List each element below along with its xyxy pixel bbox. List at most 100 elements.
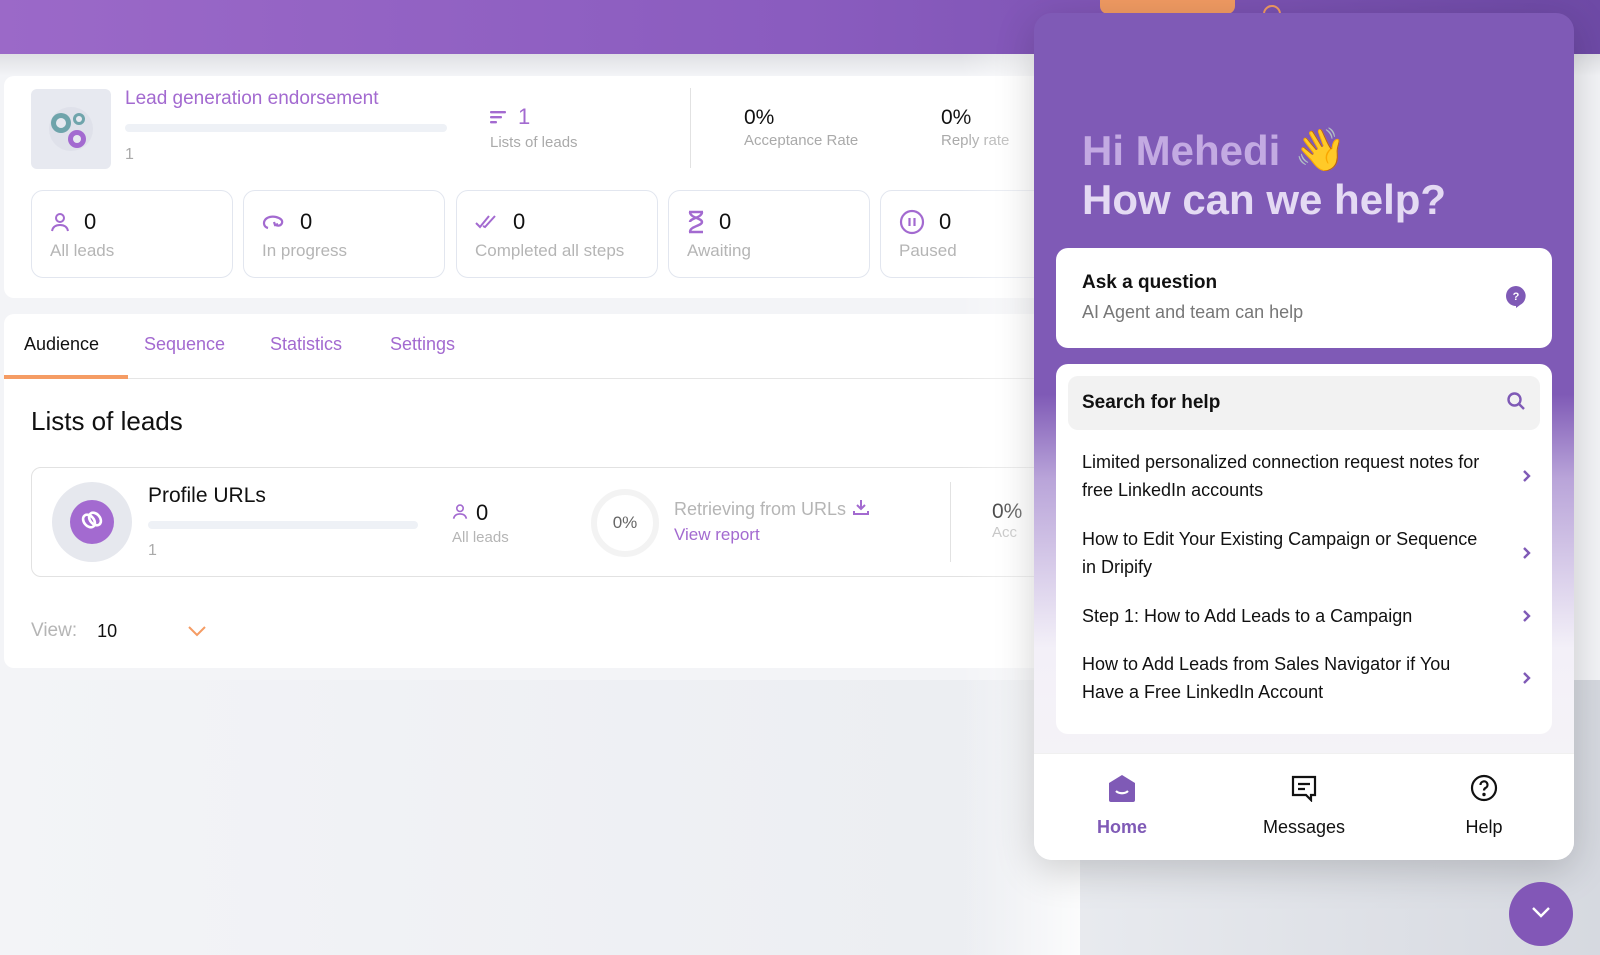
hourglass-icon <box>687 210 705 234</box>
article-title: How to Edit Your Existing Campaign or Se… <box>1082 529 1478 577</box>
status-awaiting[interactable]: 0 Awaiting <box>668 190 870 278</box>
tab-statistics[interactable]: Statistics <box>270 334 342 355</box>
reply-rate-value: 0% <box>941 106 972 129</box>
status-value: 0 <box>939 209 952 234</box>
ask-subtitle: AI Agent and team can help <box>1082 302 1304 322</box>
nav-home[interactable]: Home <box>1052 774 1192 838</box>
download-icon[interactable] <box>852 498 870 521</box>
pause-icon <box>899 209 925 235</box>
list-count: 1 <box>148 542 157 559</box>
svg-text:?: ? <box>1513 291 1520 303</box>
home-icon <box>1108 774 1136 807</box>
lists-of-leads-stat: 1 Lists of leads <box>490 104 578 151</box>
help-article[interactable]: How to Add Leads from Sales Navigator if… <box>1082 650 1532 706</box>
status-label: All leads <box>50 241 115 260</box>
retrieve-status-text: Retrieving from URLs <box>674 499 847 519</box>
list-rate-stat: 0% Acc <box>992 500 1022 541</box>
nav-help[interactable]: Help <box>1414 774 1554 838</box>
chevron-right-icon <box>1522 609 1532 623</box>
help-messenger: Hi Mehedi 👋 How can we help? Ask a quest… <box>1034 13 1574 860</box>
messages-icon <box>1290 774 1318 807</box>
list-rate-label: Acc <box>992 524 1018 541</box>
article-title: How to Add Leads from Sales Navigator if… <box>1082 654 1451 702</box>
list-leads-stat: 0 All leads <box>452 500 509 546</box>
lead-list-row[interactable]: Profile URLs 1 0 All leads 0% Retrieving… <box>31 467 1131 577</box>
double-check-icon <box>475 214 499 230</box>
campaign-progress-bar <box>125 124 447 132</box>
acceptance-rate-stat: 0% Acceptance Rate <box>744 106 858 149</box>
chevron-down-icon <box>1531 905 1551 923</box>
article-title: Limited personalized connection request … <box>1082 452 1480 500</box>
page-size-select[interactable]: 10 <box>97 621 187 642</box>
lists-of-leads-value: 1 <box>518 104 531 129</box>
list-rate-value: 0% <box>992 500 1023 523</box>
tab-sequence[interactable]: Sequence <box>144 334 225 355</box>
view-report-link[interactable]: View report <box>674 525 870 545</box>
audience-panel: Audience Sequence Statistics Settings Li… <box>4 314 1131 668</box>
messenger-nav: Home Messages Help <box>1034 753 1574 860</box>
ask-title: Ask a question <box>1082 272 1218 293</box>
divider <box>950 482 951 562</box>
greeting-text: Hi Mehedi <box>1082 126 1281 174</box>
status-value: 0 <box>719 209 732 234</box>
help-article[interactable]: Limited personalized connection request … <box>1082 448 1532 504</box>
chevron-down-icon[interactable] <box>187 625 207 637</box>
retrieve-status: Retrieving from URLs View report <box>674 498 870 545</box>
tab-settings[interactable]: Settings <box>390 334 455 355</box>
status-label: Completed all steps <box>475 241 625 260</box>
nav-messages[interactable]: Messages <box>1234 774 1374 838</box>
progress-ring-value: 0% <box>612 513 638 532</box>
question-bubble-icon: ? <box>1506 286 1526 313</box>
loop-icon <box>262 213 286 231</box>
status-completed[interactable]: 0 Completed all steps <box>456 190 658 278</box>
search-placeholder: Search for help <box>1082 392 1221 413</box>
search-icon[interactable] <box>1506 391 1526 416</box>
status-in-progress[interactable]: 0 In progress <box>243 190 445 278</box>
campaign-summary-card: Lead generation endorsement 1 1 Lists of… <box>4 76 1104 298</box>
list-icon <box>490 110 508 124</box>
user-icon <box>50 212 70 232</box>
status-label: Awaiting <box>687 241 751 260</box>
status-value: 0 <box>300 209 313 234</box>
divider <box>690 88 691 168</box>
user-icon <box>452 500 468 526</box>
list-avatar <box>52 482 132 562</box>
active-tab-indicator <box>4 375 128 379</box>
help-article[interactable]: How to Edit Your Existing Campaign or Se… <box>1082 525 1532 581</box>
list-name[interactable]: Profile URLs <box>148 484 266 508</box>
tab-audience[interactable]: Audience <box>24 334 99 355</box>
chevron-right-icon <box>1522 671 1532 685</box>
chevron-right-icon <box>1522 469 1532 483</box>
status-all-leads[interactable]: 0 All leads <box>31 190 233 278</box>
campaign-name[interactable]: Lead generation endorsement <box>125 88 379 110</box>
campaign-count: 1 <box>125 146 134 163</box>
acceptance-rate-value: 0% <box>744 106 775 129</box>
list-leads-label: All leads <box>452 529 509 546</box>
headline: How can we help? <box>1082 176 1447 223</box>
help-articles-card: Search for help Limited personalized con… <box>1056 364 1552 734</box>
messenger-launcher-button[interactable] <box>1509 882 1573 946</box>
wave-icon: 👋 <box>1294 126 1347 173</box>
reply-rate-label: Reply rate <box>941 132 1010 149</box>
campaign-gears-icon <box>31 89 111 169</box>
tab-bar: Audience Sequence Statistics Settings <box>4 314 1104 379</box>
reply-rate-stat: 0% Reply rate <box>941 106 1009 149</box>
lists-of-leads-label: Lists of leads <box>490 134 578 151</box>
list-progress-bar <box>148 521 418 529</box>
help-search-input[interactable]: Search for help <box>1068 376 1540 430</box>
help-icon <box>1470 774 1498 807</box>
status-label: In progress <box>262 241 348 260</box>
article-title: Step 1: How to Add Leads to a Campaign <box>1082 606 1413 626</box>
page-size-control: View: 10 <box>31 620 207 642</box>
section-title: Lists of leads <box>31 406 183 436</box>
help-article[interactable]: Step 1: How to Add Leads to a Campaign <box>1082 602 1532 630</box>
header-action-button[interactable] <box>1100 0 1235 14</box>
list-leads-value: 0 <box>476 500 489 525</box>
ask-question-button[interactable]: Ask a question AI Agent and team can hel… <box>1056 248 1552 348</box>
acceptance-rate-label: Acceptance Rate <box>744 132 859 149</box>
chevron-right-icon <box>1522 546 1532 560</box>
nav-label: Messages <box>1262 817 1346 837</box>
greeting: Hi Mehedi 👋 <box>1082 126 1347 175</box>
status-value: 0 <box>513 209 526 234</box>
view-label: View: <box>31 620 78 641</box>
